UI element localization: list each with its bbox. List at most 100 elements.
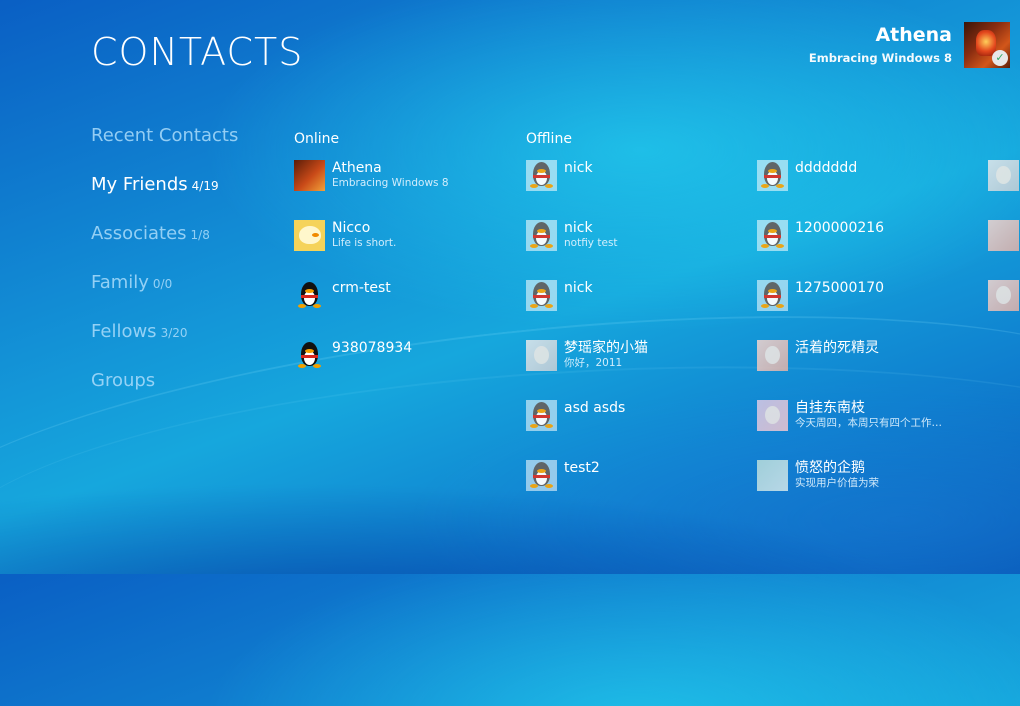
penguin-icon bbox=[530, 282, 553, 309]
face-photo bbox=[765, 406, 780, 424]
nav-label: Associates bbox=[91, 223, 187, 244]
contact-item[interactable]: test2 bbox=[526, 460, 746, 492]
contact-avatar bbox=[526, 220, 557, 251]
contact-item[interactable]: nick bbox=[526, 280, 746, 312]
penguin-icon bbox=[761, 162, 784, 189]
penguin-icon bbox=[530, 162, 553, 189]
contact-name: ddddddd bbox=[795, 160, 858, 176]
nav-label: Recent Contacts bbox=[91, 125, 239, 146]
user-status: Embracing Windows 8 bbox=[808, 51, 952, 65]
group-nav: Recent Contacts My Friends 4/19 Associate… bbox=[91, 125, 238, 419]
contact-item[interactable]: nick bbox=[526, 160, 746, 192]
contact-item[interactable]: 活着的死精灵 bbox=[757, 340, 977, 372]
user-name: Athena bbox=[875, 24, 952, 46]
contact-avatar bbox=[988, 160, 1019, 191]
penguin-icon bbox=[761, 282, 784, 309]
contact-status: notfiy test bbox=[564, 237, 618, 249]
nav-label: My Friends bbox=[91, 174, 188, 195]
contact-avatar bbox=[526, 160, 557, 191]
contact-item[interactable]: ddddddd bbox=[757, 160, 977, 192]
nav-count: 4/19 bbox=[191, 179, 219, 193]
online-check-icon: ✓ bbox=[992, 50, 1008, 66]
penguin-icon bbox=[530, 462, 553, 489]
contact-avatar bbox=[757, 400, 788, 431]
nav-count: 3/20 bbox=[160, 326, 188, 340]
contact-name: 活着的死精灵 bbox=[795, 340, 879, 356]
nav-groups[interactable]: Groups bbox=[91, 370, 238, 419]
contact-avatar bbox=[526, 280, 557, 311]
online-section-header: Online bbox=[294, 131, 340, 147]
contact-avatar bbox=[757, 220, 788, 251]
contact-name: 1200000216 bbox=[795, 220, 885, 236]
contact-avatar bbox=[988, 220, 1019, 251]
contact-item[interactable] bbox=[988, 160, 1020, 192]
user-avatar[interactable]: ✓ bbox=[964, 22, 1010, 68]
contact-name: 梦瑶家的小猫 bbox=[564, 340, 648, 356]
face-photo bbox=[996, 286, 1011, 304]
nav-fellows[interactable]: Fellows 3/20 bbox=[91, 321, 238, 370]
contact-avatar bbox=[757, 160, 788, 191]
contact-avatar bbox=[757, 280, 788, 311]
contact-name: Athena bbox=[332, 160, 382, 176]
contact-name: 愤怒的企鹅 bbox=[795, 460, 865, 476]
nav-label: Fellows bbox=[91, 321, 157, 342]
contact-name: test2 bbox=[564, 460, 600, 476]
contact-name: nick bbox=[564, 280, 593, 296]
contact-item[interactable]: Nicco Life is short. bbox=[294, 220, 514, 252]
contact-status: 今天周四，本周只有四个工作… bbox=[795, 417, 942, 429]
contact-name: nick bbox=[564, 160, 593, 176]
contact-name: crm-test bbox=[332, 280, 391, 296]
contact-name: 938078934 bbox=[332, 340, 413, 356]
contact-item[interactable]: Athena Embracing Windows 8 bbox=[294, 160, 514, 192]
contact-avatar bbox=[294, 160, 325, 191]
nav-my-friends[interactable]: My Friends 4/19 bbox=[91, 174, 238, 223]
nav-family[interactable]: Family 0/0 bbox=[91, 272, 238, 321]
nav-label: Family bbox=[91, 272, 149, 293]
contact-avatar bbox=[526, 400, 557, 431]
contact-item[interactable]: asd asds bbox=[526, 400, 746, 432]
penguin-icon bbox=[530, 402, 553, 429]
contact-avatar bbox=[526, 460, 557, 491]
contact-name: nick bbox=[564, 220, 593, 236]
contact-item[interactable]: 1200000216 bbox=[757, 220, 977, 252]
user-tile[interactable]: Athena Embracing Windows 8 ✓ bbox=[809, 22, 1010, 68]
contact-item[interactable] bbox=[988, 280, 1020, 312]
contact-avatar bbox=[294, 340, 325, 371]
contact-item[interactable]: 梦瑶家的小猫 你好，2011 bbox=[526, 340, 746, 372]
contact-item[interactable] bbox=[988, 220, 1020, 252]
nav-label: Groups bbox=[91, 370, 156, 391]
contact-name: asd asds bbox=[564, 400, 626, 416]
contact-status: Life is short. bbox=[332, 237, 397, 249]
contact-avatar bbox=[294, 280, 325, 311]
page-title: CONTACTS bbox=[91, 30, 304, 74]
contact-name: Nicco bbox=[332, 220, 371, 236]
contact-item[interactable]: nick notfiy test bbox=[526, 220, 746, 252]
duck-icon bbox=[299, 226, 321, 244]
penguin-icon bbox=[298, 342, 321, 369]
penguin-icon bbox=[761, 222, 784, 249]
penguin-icon bbox=[298, 282, 321, 309]
contact-item[interactable]: 自挂东南枝 今天周四，本周只有四个工作… bbox=[757, 400, 977, 432]
contact-avatar bbox=[757, 340, 788, 371]
face-photo bbox=[996, 166, 1011, 184]
contact-name: 1275000170 bbox=[795, 280, 885, 296]
contact-name: 自挂东南枝 bbox=[795, 400, 865, 416]
contact-avatar bbox=[757, 460, 788, 491]
contact-status: Embracing Windows 8 bbox=[332, 177, 449, 189]
offline-section-header: Offline bbox=[526, 131, 572, 147]
contact-item[interactable]: 1275000170 bbox=[757, 280, 977, 312]
nav-associates[interactable]: Associates 1/8 bbox=[91, 223, 238, 272]
nav-count: 0/0 bbox=[152, 277, 173, 291]
contact-avatar bbox=[988, 280, 1019, 311]
penguin-icon bbox=[530, 222, 553, 249]
face-photo bbox=[534, 346, 549, 364]
contact-item[interactable]: crm-test bbox=[294, 280, 514, 312]
nav-recent-contacts[interactable]: Recent Contacts bbox=[91, 125, 238, 174]
contact-status: 你好，2011 bbox=[564, 357, 623, 369]
contact-item[interactable]: 938078934 bbox=[294, 340, 514, 372]
nav-count: 1/8 bbox=[190, 228, 210, 242]
contact-item[interactable]: 愤怒的企鹅 实现用户价值为荣 bbox=[757, 460, 977, 492]
contact-avatar bbox=[294, 220, 325, 251]
contact-avatar bbox=[526, 340, 557, 371]
face-photo bbox=[765, 346, 780, 364]
